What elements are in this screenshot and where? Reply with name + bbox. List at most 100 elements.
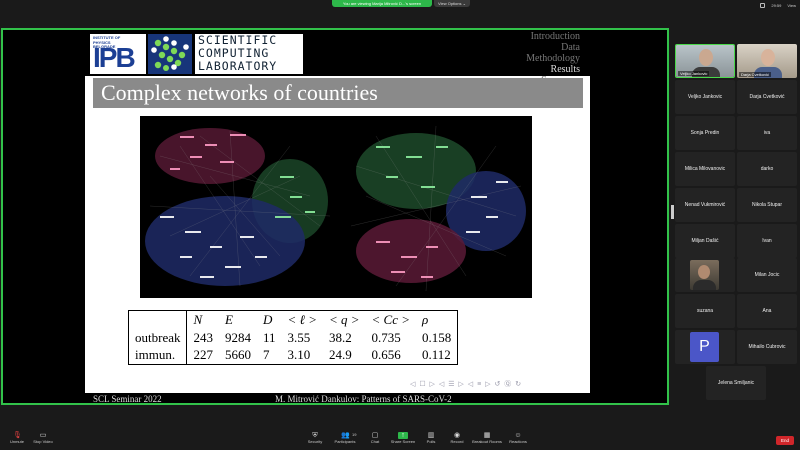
breakout-rooms-label: Breakout Rooms bbox=[472, 439, 502, 444]
participant-tile[interactable] bbox=[675, 258, 735, 292]
participant-avatar: P bbox=[690, 332, 719, 362]
nav-item-results[interactable]: Results bbox=[526, 64, 580, 75]
record-button[interactable]: ◉ Record bbox=[440, 432, 474, 448]
scl-logo-icon bbox=[148, 34, 192, 74]
network-image-immunization bbox=[336, 116, 532, 298]
person-body bbox=[693, 280, 716, 290]
table-cell: 11 bbox=[262, 329, 276, 345]
table-cell: 227 bbox=[186, 346, 219, 365]
participant-tile[interactable]: Milica Milovanovic bbox=[675, 152, 735, 186]
breakout-rooms-button[interactable]: ▦ Breakout Rooms bbox=[470, 432, 504, 448]
panel-resize-handle[interactable] bbox=[671, 205, 674, 219]
participant-tile[interactable]: darko bbox=[737, 152, 797, 186]
record-label: Record bbox=[450, 439, 464, 444]
participant-tile[interactable]: Miljan Dašić bbox=[675, 224, 735, 258]
participant-name: Ana bbox=[762, 308, 772, 314]
meeting-clock: 29:59 bbox=[771, 2, 782, 8]
camera-icon: ▭ bbox=[39, 432, 47, 439]
participant-tile[interactable]: suzana bbox=[675, 294, 735, 328]
beamer-nav-controls[interactable]: ◁ ☐ ▷ ◁ ☰ ▷ ◁ ≡ ▷ ↺ Ⓠ ↻ bbox=[410, 379, 522, 389]
stop-video-button[interactable]: ▭ Stop Video bbox=[26, 432, 60, 448]
participant-name: suzana bbox=[696, 308, 714, 314]
end-meeting-button[interactable]: End bbox=[776, 436, 794, 445]
table-cell: 5660 bbox=[218, 346, 257, 365]
share-banner: You are viewing Marija Mitrović D...'s s… bbox=[332, 0, 432, 7]
person-head bbox=[699, 49, 713, 66]
table-cell: 3.10 bbox=[281, 346, 323, 365]
slide-title-bar: Complex networks of countries bbox=[93, 78, 583, 108]
meeting-toolbar: 🎙 Unmute ▭ Stop Video ⛨ Security 👥 Parti… bbox=[0, 430, 800, 450]
table-header-cell: D bbox=[256, 310, 282, 329]
table-row: immun. 227 5660 7 3.10 24.9 0.656 0.112 bbox=[127, 346, 459, 365]
nav-item-methodology[interactable]: Methodology bbox=[526, 53, 580, 64]
table-row: outbreak 243 9284 11 3.55 38.2 0.735 0.1… bbox=[127, 328, 459, 347]
reactions-button[interactable]: ☺ Reactions bbox=[501, 432, 535, 448]
polls-icon: ▥ bbox=[427, 432, 435, 439]
ipb-logo-letters: IPB bbox=[93, 42, 136, 73]
table-cell: 9284 bbox=[224, 329, 251, 345]
participant-name: Milan Jocic bbox=[754, 272, 780, 278]
participant-tile[interactable]: Ivan bbox=[737, 224, 797, 258]
participant-photo bbox=[690, 260, 719, 290]
breakout-rooms-icon: ▦ bbox=[483, 432, 491, 439]
network-graph-immunization bbox=[336, 116, 532, 298]
table-header-cell: < q > bbox=[322, 310, 366, 329]
participant-tile[interactable]: Veljko Jankovic bbox=[675, 44, 735, 78]
record-icon: ◉ bbox=[453, 432, 461, 439]
participants-label: Participants bbox=[334, 439, 356, 444]
shared-screen: INSTITUTE OF PHYSICS BELGRADE IPB SCIENT… bbox=[1, 28, 669, 405]
participant-tile[interactable]: Ana bbox=[737, 294, 797, 328]
participant-name: Darja Cvetković bbox=[739, 72, 772, 77]
network-image-outbreak bbox=[140, 116, 336, 298]
table-header-cell: ρ bbox=[416, 310, 459, 329]
lab-name-line: LABORATORY bbox=[198, 59, 278, 73]
table-cell: immun. bbox=[127, 346, 188, 365]
view-options-button[interactable]: View Options ⌄ bbox=[434, 0, 470, 7]
scl-lab-name: SCIENTIFIC COMPUTING LABORATORY bbox=[195, 34, 303, 74]
zoom-window: You are viewing Marija Mitrović D...'s s… bbox=[0, 0, 800, 450]
participant-tile[interactable]: Jelena Smiljanic bbox=[706, 366, 766, 400]
participant-tile[interactable]: P bbox=[675, 330, 735, 364]
slide-title: Complex networks of countries bbox=[101, 80, 378, 105]
participant-name: Mihailo Cubrovic bbox=[748, 344, 786, 350]
person-head bbox=[698, 265, 710, 279]
participants-button[interactable]: 👥 Participants bbox=[328, 432, 362, 448]
participant-tile[interactable]: Sonja Predin bbox=[675, 116, 735, 150]
share-screen-icon: ↑ bbox=[398, 432, 408, 439]
view-button[interactable]: View bbox=[787, 3, 796, 8]
participant-name: Veljko Jankovic bbox=[687, 94, 723, 100]
nav-item-data[interactable]: Data bbox=[526, 42, 580, 53]
participant-tile[interactable]: Darja Cvetković bbox=[737, 80, 797, 114]
participant-tile[interactable]: Nenad Vukmirović bbox=[675, 188, 735, 222]
slide-header: INSTITUTE OF PHYSICS BELGRADE IPB SCIENT… bbox=[85, 30, 590, 86]
stop-video-label: Stop Video bbox=[33, 439, 53, 444]
security-button[interactable]: ⛨ Security bbox=[298, 432, 332, 448]
network-graph-outbreak bbox=[140, 116, 336, 298]
participant-tile[interactable]: iva bbox=[737, 116, 797, 150]
smiley-icon: ☺ bbox=[514, 432, 522, 439]
table-cell: 243 bbox=[193, 329, 213, 345]
participant-name: iva bbox=[763, 130, 771, 136]
participant-tile[interactable]: Nikola Stupar bbox=[737, 188, 797, 222]
slide: INSTITUTE OF PHYSICS BELGRADE IPB SCIENT… bbox=[85, 30, 590, 393]
table-cell: 0.735 bbox=[371, 329, 401, 345]
participant-tile[interactable]: Milan Jocic bbox=[737, 258, 797, 292]
nav-item-introduction[interactable]: Introduction bbox=[526, 31, 580, 42]
participant-name: Veljko Jankovic bbox=[678, 71, 710, 76]
table-header-cell: < Cc > bbox=[365, 310, 417, 329]
participant-tile[interactable]: Mihailo Cubrovic bbox=[737, 330, 797, 364]
footer-seminar: SCL Seminar 2022 bbox=[93, 394, 162, 404]
ipb-logo: INSTITUTE OF PHYSICS BELGRADE IPB bbox=[90, 34, 146, 74]
participant-tile[interactable]: Veljko Jankovic bbox=[675, 80, 735, 114]
table-cell: outbreak bbox=[127, 328, 188, 347]
table-cell: 0.656 bbox=[365, 346, 417, 365]
participant-name: Ivan bbox=[762, 238, 772, 244]
table-cell: 38.2 bbox=[328, 329, 352, 345]
participant-name: Milica Milovanovic bbox=[684, 166, 726, 172]
footer-author-title: M. Mitrović Dankulov: Patterns of SARS-C… bbox=[275, 394, 452, 404]
participant-tile[interactable]: Darja Cvetković bbox=[737, 44, 797, 78]
participant-name: Jelena Smiljanic bbox=[717, 380, 755, 386]
top-bar: You are viewing Marija Mitrović D...'s s… bbox=[0, 0, 800, 10]
table-cell: 0.112 bbox=[416, 346, 459, 365]
shield-icon: ⛨ bbox=[312, 432, 318, 439]
